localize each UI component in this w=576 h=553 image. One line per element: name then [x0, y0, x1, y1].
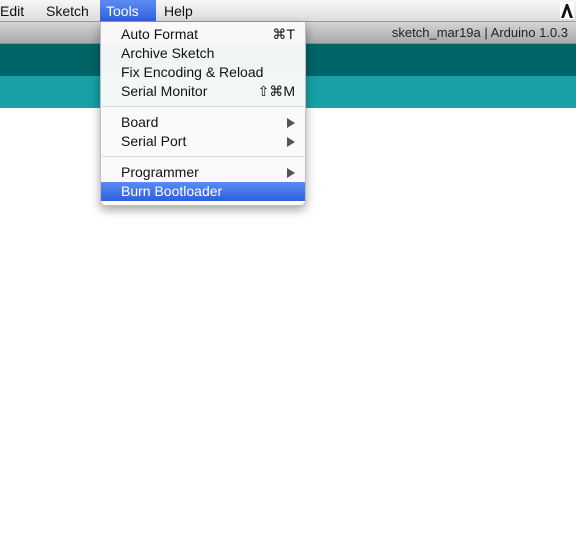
adobe-icon[interactable] [560, 2, 574, 19]
menu-item-serial-port[interactable]: Serial Port [101, 132, 305, 151]
serial-port-label: Serial Port [121, 133, 187, 149]
auto-format-label: Auto Format [121, 26, 199, 42]
serial-monitor-label: Serial Monitor [121, 83, 208, 99]
chevron-right-icon [287, 118, 295, 128]
chevron-right-icon [287, 137, 295, 147]
board-label: Board [121, 114, 159, 130]
serial-monitor-shortcut: ⇧⌘M [257, 83, 295, 99]
menu-tools[interactable]: Tools [100, 0, 156, 21]
menu-item-burn-bootloader[interactable]: Burn Bootloader [101, 182, 305, 201]
menu-item-archive-sketch[interactable]: Archive Sketch [101, 44, 305, 63]
menu-item-board[interactable]: Board [101, 113, 305, 132]
menu-edit[interactable]: Edit [0, 0, 30, 21]
chevron-right-icon [287, 168, 295, 178]
burn-bootloader-label: Burn Bootloader [121, 183, 223, 199]
screen: Edit Sketch Tools Help sketch_mar19a | A… [0, 0, 576, 553]
menu-item-auto-format[interactable]: Auto Format ⌘T [101, 25, 305, 44]
menu-item-serial-monitor[interactable]: Serial Monitor ⇧⌘M [101, 82, 305, 101]
menu-help[interactable]: Help [158, 0, 199, 21]
menu-separator [102, 106, 304, 107]
programmer-label: Programmer [121, 164, 199, 180]
auto-format-shortcut: ⌘T [272, 26, 295, 42]
menu-bar: Edit Sketch Tools Help [0, 0, 576, 22]
window-title: sketch_mar19a | Arduino 1.0.3 [391, 25, 568, 40]
archive-sketch-label: Archive Sketch [121, 45, 215, 61]
menu-item-fix-encoding[interactable]: Fix Encoding & Reload [101, 63, 305, 82]
menu-item-programmer[interactable]: Programmer [101, 163, 305, 182]
tools-dropdown-menu: Auto Format ⌘T Archive Sketch Fix Encodi… [100, 22, 306, 206]
fix-encoding-label: Fix Encoding & Reload [121, 64, 264, 80]
menu-sketch[interactable]: Sketch [40, 0, 95, 21]
menu-separator [102, 156, 304, 157]
